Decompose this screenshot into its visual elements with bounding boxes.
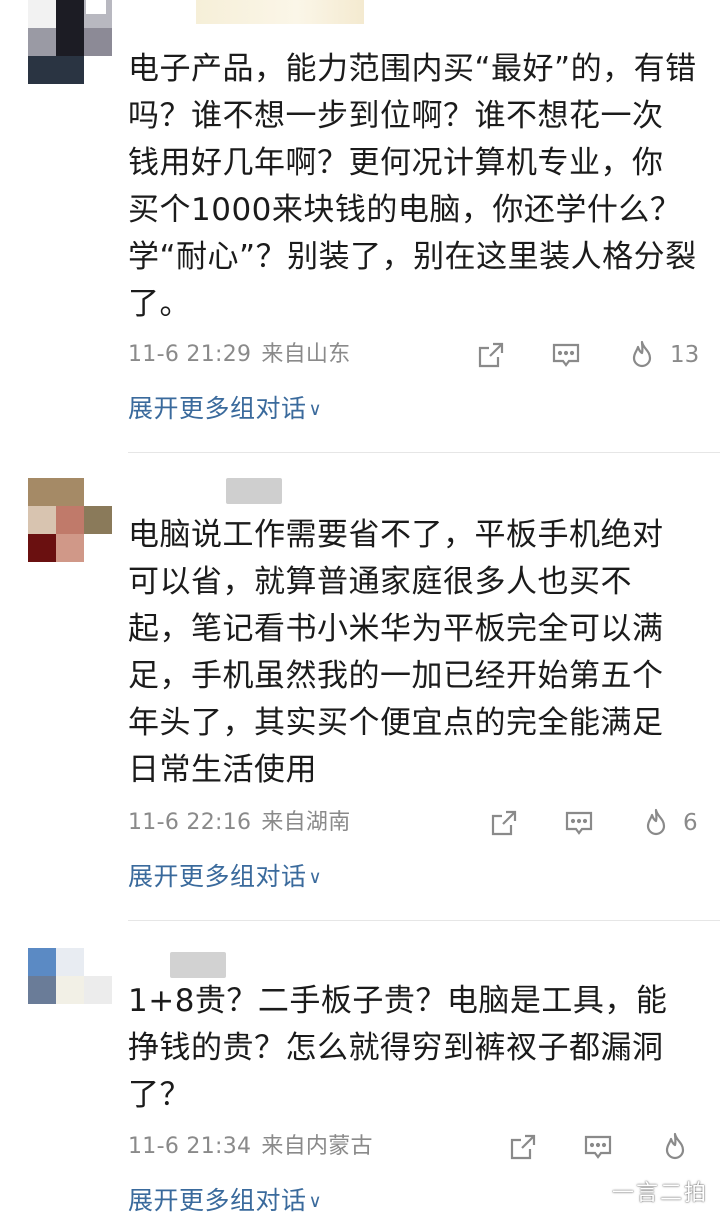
comment-location: 来自山东 <box>261 342 351 367</box>
flame-like-icon[interactable] <box>660 1131 690 1161</box>
comment-meta: 11-6 22:16 来自湖南 <box>128 808 351 838</box>
chevron-down-icon: ∨ <box>308 399 323 420</box>
comment-line: 电脑说工作需要省不了，平板手机绝对 <box>128 517 664 553</box>
comment-line: 日常生活使用 <box>128 752 317 788</box>
comment-meta: 11-6 21:29 来自山东 <box>128 340 351 370</box>
flame-like-icon[interactable] <box>627 339 657 369</box>
comment-line: 电子产品，能力范围内买“最好”的，有错 <box>128 51 697 87</box>
divider <box>128 920 720 921</box>
comment-text: 1+8贵？二手板子贵？电脑是工具，能 挣钱的贵？怎么就得穷到裤衩子都漏洞 了？ <box>128 978 698 1119</box>
comment-line: 1+8贵？二手板子贵？电脑是工具，能 <box>128 983 668 1019</box>
expand-label: 展开更多组对话 <box>128 1186 307 1215</box>
comment-time: 11-6 21:29 <box>128 342 252 367</box>
comment-line: 学“耐心”？别装了，别在这里装人格分裂 <box>128 239 697 275</box>
watermark: 一言二拍 <box>611 1181 708 1206</box>
expand-conversation-link[interactable]: 展开更多组对话 ∨ <box>128 860 322 897</box>
flame-like-icon[interactable] <box>641 807 671 837</box>
like-count: 6 <box>683 810 698 836</box>
comment-location: 来自湖南 <box>261 810 351 835</box>
avatar[interactable] <box>28 948 112 1032</box>
comment-location: 来自内蒙古 <box>261 1134 373 1159</box>
comment-line: 可以省，就算普通家庭很多人也买不 <box>128 564 632 600</box>
comment-time: 11-6 21:34 <box>128 1134 252 1159</box>
comment-line: 起，笔记看书小米华为平板完全可以满 <box>128 611 664 647</box>
comment-meta: 11-6 21:34 来自内蒙古 <box>128 1132 373 1162</box>
comment-text: 电子产品，能力范围内买“最好”的，有错 吗？谁不想一步到位啊？谁不想花一次 钱用… <box>128 46 698 328</box>
comment-line: 了。 <box>128 286 191 322</box>
comment-line: 买个1000来块钱的电脑，你还学什么？ <box>128 192 682 228</box>
chevron-down-icon: ∨ <box>308 867 323 888</box>
comment-icon[interactable] <box>564 808 594 838</box>
comment-icon[interactable] <box>551 340 581 370</box>
comment-line: 年头了，其实买个便宜点的完全能满足 <box>128 705 664 741</box>
comment-icon[interactable] <box>583 1132 613 1162</box>
username-blurred[interactable] <box>226 478 282 504</box>
chevron-down-icon: ∨ <box>308 1191 323 1212</box>
expand-label: 展开更多组对话 <box>128 862 307 891</box>
divider <box>128 452 720 453</box>
comment-line: 了？ <box>128 1077 191 1113</box>
comment-line: 足，手机虽然我的一加已经开始第五个 <box>128 658 664 694</box>
share-icon[interactable] <box>489 808 519 838</box>
avatar[interactable] <box>28 0 112 84</box>
comment-line: 吗？谁不想一步到位啊？谁不想花一次 <box>128 98 664 134</box>
expand-conversation-link[interactable]: 展开更多组对话 ∨ <box>128 392 322 429</box>
comment-line: 挣钱的贵？怎么就得穷到裤衩子都漏洞 <box>128 1030 664 1066</box>
comment-card: 电子产品，能力范围内买“最好”的，有错 吗？谁不想一步到位啊？谁不想花一次 钱用… <box>0 0 720 450</box>
expand-conversation-link[interactable]: 展开更多组对话 ∨ <box>128 1184 322 1221</box>
comment-time: 11-6 22:16 <box>128 810 252 835</box>
like-count: 13 <box>670 342 700 368</box>
comment-card: 电脑说工作需要省不了，平板手机绝对 可以省，就算普通家庭很多人也买不 起，笔记看… <box>0 472 720 922</box>
expand-label: 展开更多组对话 <box>128 394 307 423</box>
share-icon[interactable] <box>508 1132 538 1162</box>
comment-text: 电脑说工作需要省不了，平板手机绝对 可以省，就算普通家庭很多人也买不 起，笔记看… <box>128 512 698 794</box>
avatar[interactable] <box>28 478 112 562</box>
comment-line: 钱用好几年啊？更何况计算机专业，你 <box>128 145 664 181</box>
share-icon[interactable] <box>476 340 506 370</box>
username-blurred[interactable] <box>170 952 226 978</box>
